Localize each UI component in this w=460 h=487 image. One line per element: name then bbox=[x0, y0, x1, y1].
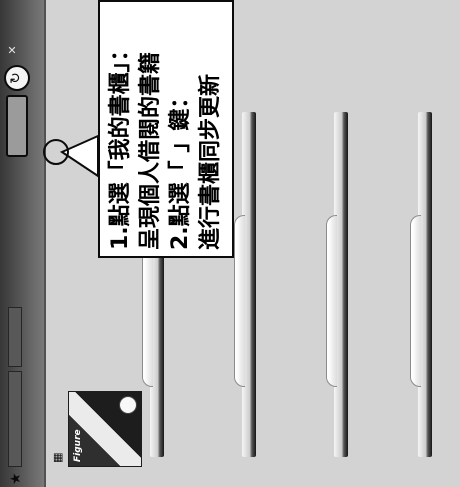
callout-line: 1.點選「我的書櫃」： bbox=[108, 39, 133, 250]
callout-text: 1.點選「我的書櫃」： 呈現個人借閱的書籍 2.點選「 」鍵： 進行書櫃同步更新 bbox=[102, 4, 234, 258]
callout-line: 2.點選「 」鍵： bbox=[168, 86, 193, 250]
instruction-callout: 1.點選「我的書櫃」： 呈現個人借閱的書籍 2.點選「 」鍵： 進行書櫃同步更新 bbox=[98, 0, 234, 258]
callout-line: 呈現個人借閱的書籍 bbox=[138, 51, 163, 250]
callout-line: 進行書櫃同步更新 bbox=[198, 73, 223, 250]
